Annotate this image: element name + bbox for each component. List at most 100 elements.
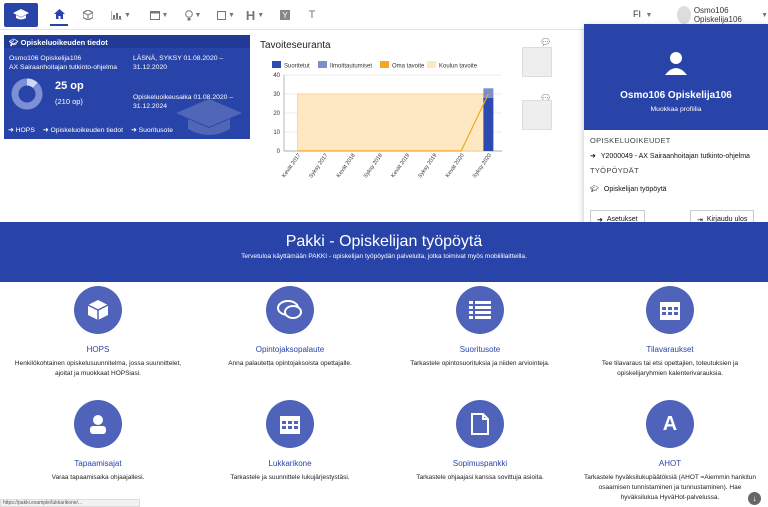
chevron-right-icon: ➜: [590, 153, 596, 160]
presence-line-1: LÄSNÄ, SYKSY 01.08.2020 –: [133, 55, 224, 62]
tile-title: HOPS: [86, 345, 110, 354]
tile-desc: Tarkastele hyväksilukupäätöksiä (AHOT =A…: [583, 474, 757, 501]
tile-title: Lukkarikone: [268, 459, 312, 468]
nav-charts[interactable]: ▼: [107, 4, 135, 26]
app-logo[interactable]: [4, 3, 38, 27]
credits-value: 25 op: [55, 80, 84, 92]
study-rights-card: 🎓︎ Opiskeluoikeuden tiedot Osmo106 Opisk…: [4, 35, 250, 139]
chevron-down-icon: ▼: [194, 11, 202, 19]
nav-home[interactable]: [50, 4, 68, 26]
legend-label: Oma tavoite: [392, 64, 425, 70]
legend-label: Koulun tavoite: [439, 64, 478, 70]
avatar: [677, 6, 691, 24]
goal-tracking-panel: Tavoiteseuranta Suoritetut Ilmoittautumis…: [258, 37, 508, 192]
cube-icon: [87, 300, 109, 320]
legend-swatch: [318, 61, 327, 68]
square-icon: [217, 10, 227, 20]
link-study-rights[interactable]: ➜ Opiskeluoikeuden tiedot: [43, 126, 123, 134]
tile-room-booking[interactable]: Tilavaraukset Tee tilavaraus tai etsi op…: [580, 286, 760, 379]
heading-icon: H: [245, 7, 256, 23]
x-tick-label: Kevät 2020: [445, 153, 466, 179]
legend-swatch: [380, 61, 389, 68]
tile-hops-circle: [74, 286, 122, 334]
user-icon: [90, 415, 106, 434]
tile-hops[interactable]: HOPS Henkilökohtainen opiskelusuunnitelm…: [8, 286, 188, 379]
legend-label: Ilmoittautumiset: [330, 64, 372, 70]
tile-feedback[interactable]: Opintojaksopalaute Anna palautetta opint…: [200, 286, 380, 369]
tile-ahot-circle: A: [646, 400, 694, 448]
nav-calendar[interactable]: ▼: [145, 4, 173, 26]
desk-item[interactable]: 🎓︎ Opiskelijan työpöytä: [590, 185, 667, 194]
user-menu-toggle[interactable]: Osmo106 Opiskelija106 ▼: [677, 6, 768, 24]
graduation-cap-icon: 🎓︎: [590, 186, 599, 193]
list-icon: [469, 301, 491, 319]
tile-transcript[interactable]: Suoritusote Tarkastele opintosuorituksia…: [390, 286, 570, 369]
tile-feedback-circle: [266, 286, 314, 334]
tile-appointments[interactable]: Tapaamisajat Varaa tapaamisaika ohjaajal…: [8, 400, 188, 483]
letter-a-icon: A: [662, 412, 678, 435]
tile-title: Suoritusote: [459, 345, 501, 354]
x-tick-label: Kevät 2017: [281, 153, 302, 179]
goal-chart: Suoritetut Ilmoittautumiset Oma tavoite Kou…: [272, 61, 502, 180]
tile-title: Opintojaksopalaute: [255, 345, 325, 354]
chevron-down-icon: ▼: [761, 11, 768, 19]
tile-ahot[interactable]: A AHOT Tarkastele hyväksilukupäätöksiä (…: [580, 400, 760, 503]
tile-desc: Tarkastele ja suunnittele lukujärjestyst…: [230, 474, 350, 481]
chevron-right-icon: ➜: [131, 127, 137, 134]
chevron-down-icon: ▼: [161, 11, 169, 19]
tile-room-booking-circle: [646, 286, 694, 334]
nav-yammer[interactable]: Y: [278, 4, 292, 26]
bar-enrolled: [483, 88, 494, 98]
graduation-cap-icon: [176, 99, 242, 135]
nav-text[interactable]: T: [305, 4, 319, 26]
tile-desc: Tarkastele opintosuorituksia ja niiden a…: [410, 360, 550, 367]
tile-timetable-circle: [266, 400, 314, 448]
svg-text:Y: Y: [282, 11, 288, 20]
document-icon: [471, 413, 489, 435]
dropdown-user-name: Osmo106 Opiskelija106: [620, 90, 732, 101]
tile-timetable[interactable]: Lukkarikone Tarkastele ja suunnittele lu…: [200, 400, 380, 483]
nav-square[interactable]: ▼: [214, 4, 238, 26]
x-tick-label: Syksy 2019: [417, 153, 438, 180]
y-tick-label: 0: [277, 149, 281, 155]
student-name: Osmo106 Opiskelija106: [9, 55, 82, 62]
text-icon: T: [308, 9, 316, 21]
y-tick-label: 20: [273, 111, 280, 117]
graduation-cap-icon: [13, 9, 29, 20]
legend-swatch: [272, 61, 281, 68]
link-hops[interactable]: ➜ HOPS: [8, 126, 35, 134]
tile-title: Tapaamisajat: [74, 459, 122, 468]
user-dropdown: Osmo106 Opiskelija106 Muokkaa profiilia …: [584, 24, 768, 232]
study-right-item[interactable]: ➜ Y2000049 - AX Sairaanhoitajan tutkinto-…: [590, 152, 750, 161]
credits-total: (210 op): [55, 97, 83, 106]
cube-icon: [83, 10, 93, 20]
edit-profile-link[interactable]: Muokkaa profiilia: [584, 106, 768, 113]
x-tick-label: Syksy 2018: [363, 153, 384, 180]
chevron-right-icon: ➜: [8, 127, 14, 134]
chevron-down-icon: ▼: [228, 11, 235, 19]
tile-transcript-circle: [456, 286, 504, 334]
bar-completed: [483, 97, 494, 151]
arrow-down-icon[interactable]: ↓: [748, 492, 761, 505]
link-transcript[interactable]: ➜ Suoritusote: [131, 126, 173, 134]
nav-ideas[interactable]: ▼: [181, 4, 205, 26]
calendar-icon: [149, 11, 160, 20]
language-select[interactable]: FI ▼: [633, 9, 652, 19]
tile-desc: Tarkastele ohjaajasi kanssa sovittuja as…: [416, 474, 544, 481]
dropdown-profile: Osmo106 Opiskelija106 Muokkaa profiilia: [584, 24, 768, 130]
nav-heading[interactable]: H ▼: [243, 4, 267, 26]
y-tick-label: 10: [273, 130, 280, 136]
banner-title: Pakki - Opiskelijan työpöytä: [285, 233, 483, 250]
credits-progress-ring: [11, 78, 43, 110]
chevron-down-icon: ▼: [645, 12, 653, 19]
tile-agreement-bank[interactable]: Sopimuspankki Tarkastele ohjaajasi kanss…: [390, 400, 570, 483]
program-name: AX Sairaanhoitajan tutkinto-ohjelma: [9, 64, 118, 71]
y-tick-label: 40: [273, 73, 280, 79]
user-name: Osmo106 Opiskelija106: [693, 6, 742, 24]
tile-desc: Henkilökohtainen opiskelusuunnitelma, jo…: [14, 360, 182, 377]
tile-title: AHOT: [658, 459, 682, 468]
nav-cube[interactable]: [79, 4, 97, 26]
comment-icon: [277, 300, 302, 319]
tile-desc: Anna palautetta opintojaksoista opettaja…: [228, 360, 352, 367]
legend-label: Suoritetut: [284, 64, 310, 70]
